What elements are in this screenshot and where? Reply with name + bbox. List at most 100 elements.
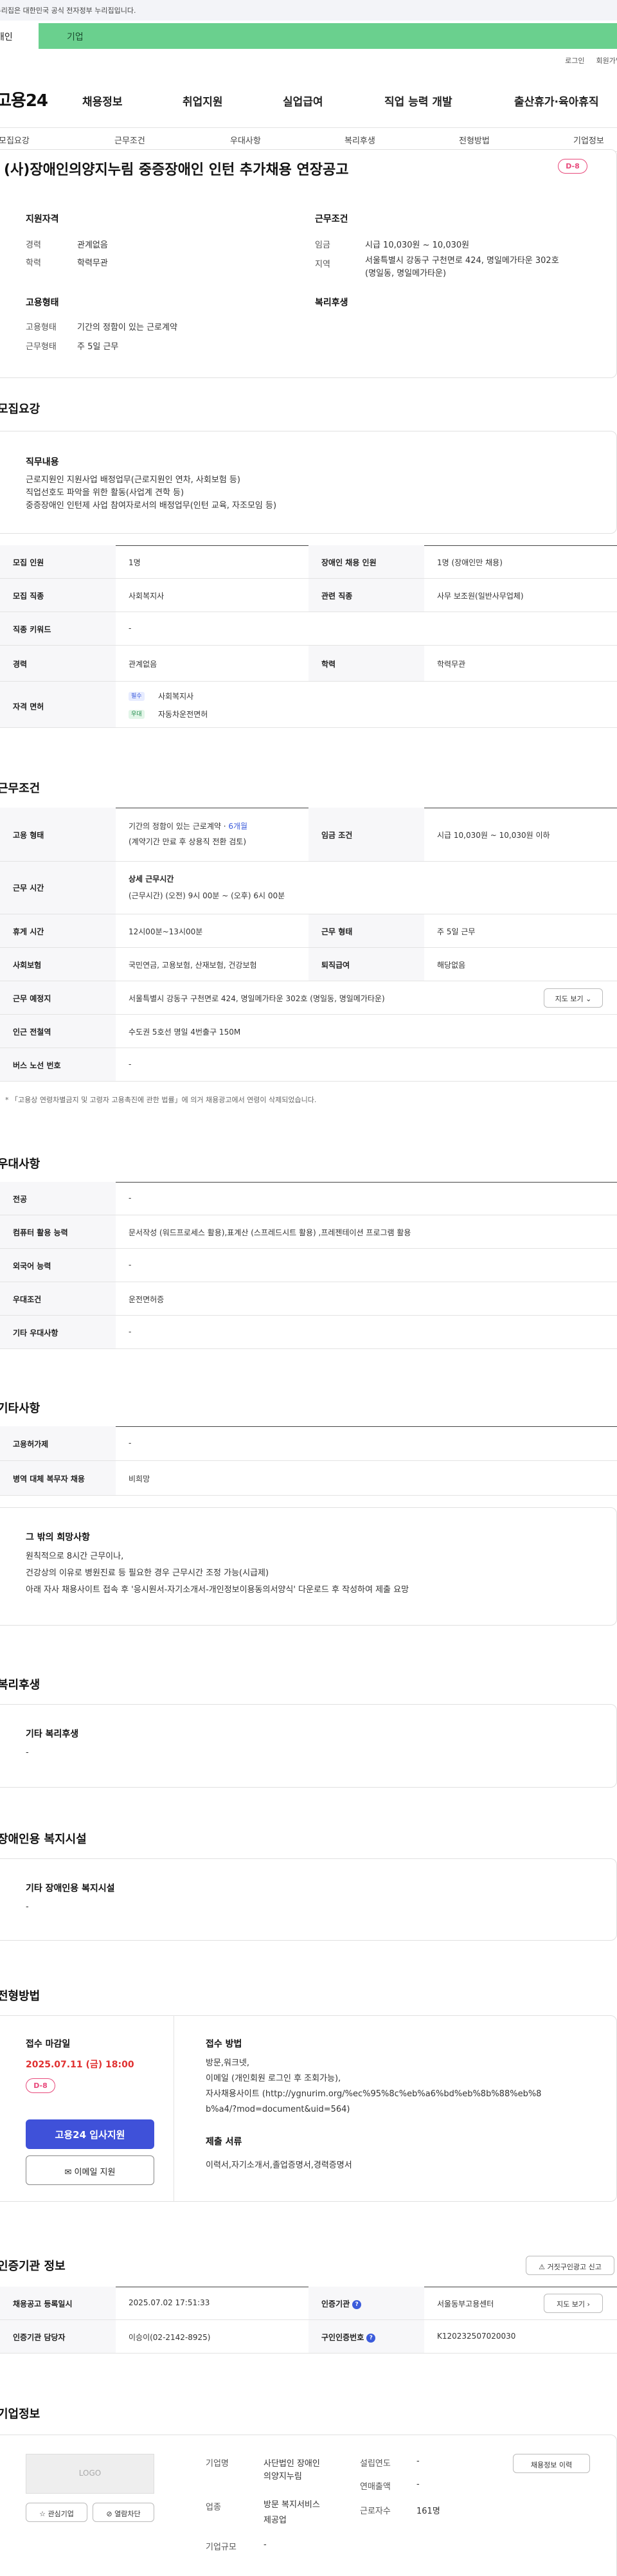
subway-value: 수도권 5호선 명일 4번출구 150M	[129, 1028, 241, 1037]
work-map-label: 지도 보기	[555, 995, 584, 1003]
cert-heading: 인증기관 정보	[0, 2260, 66, 2273]
tab-recruit[interactable]: 모집요강	[0, 134, 30, 146]
count-value: 1명	[129, 558, 141, 567]
docs-heading: 제출 서류	[206, 2137, 242, 2147]
hiring-history-button[interactable]: 채용정보 이력	[513, 2454, 590, 2473]
report-icon: ⚠	[539, 2263, 545, 2271]
gnb-item-parental-leave[interactable]: 출산휴가·육아휴직	[514, 93, 599, 109]
insurance-value: 국민연금, 고용보험, 산재보험, 건강보험	[129, 961, 257, 970]
disability-card	[0, 1858, 617, 1941]
gnb-item-job-training[interactable]: 직업 능력 개발	[384, 93, 452, 109]
block-company-button[interactable]: ⊘ 열람차단	[93, 2503, 154, 2522]
employment-heading: 고용형태	[26, 298, 59, 308]
employment-type-value: 기간의 정함이 있는 근로계약	[77, 323, 177, 332]
work-wage-value: 시급 10,030원 ~ 10,030원 이하	[437, 831, 550, 840]
license-preferred-badge: 우대	[129, 709, 145, 719]
manager-label: 인증기관 담당자	[13, 2333, 66, 2342]
pref-etc-value: -	[129, 1327, 132, 1336]
bus-label: 버스 노선 번호	[13, 1061, 61, 1070]
license-2: 자동차운전면허	[158, 710, 208, 719]
tab-preference[interactable]: 우대사항	[230, 134, 261, 146]
recruit-heading: 모집요강	[0, 403, 40, 416]
docs-value: 이력서,자기소개서,졸업증명서,경력증명서	[206, 2161, 352, 2170]
tab-work[interactable]: 근무조건	[114, 134, 145, 146]
recruit-edu-label: 학력	[321, 660, 336, 669]
job-value: 사회복지사	[129, 592, 165, 601]
disabled-count-label: 장애인 채용 인원	[321, 558, 377, 567]
founded-label: 설립연도	[360, 2459, 391, 2469]
area-value-line2: (명일동, 명일메가타운)	[365, 269, 447, 278]
language-value: -	[129, 1260, 132, 1269]
job-title: (사)장애인의양지누림 중증장애인 인턴 추가채용 연장공고	[4, 162, 349, 178]
report-button[interactable]: ⚠ 거짓구인광고 신고	[526, 2256, 614, 2275]
count-label: 모집 인원	[13, 558, 44, 567]
rest-label: 휴게 시간	[13, 927, 44, 936]
sales-label: 연매출액	[360, 2482, 391, 2492]
tab-screening[interactable]: 전형방법	[459, 134, 490, 146]
company-name-label: 기업명	[206, 2459, 229, 2469]
gnb-item-jobs[interactable]: 채용정보	[82, 93, 123, 109]
bus-value: -	[129, 1060, 132, 1069]
help-icon[interactable]: ?	[366, 2333, 376, 2343]
area-label: 지역	[315, 260, 330, 269]
deadline-value: 2025.07.11 (금) 18:00	[26, 2060, 134, 2070]
cert-map-button[interactable]: 지도 보기 ›	[544, 2294, 603, 2313]
login-link[interactable]: 로그인	[565, 57, 584, 65]
disabled-count-value: 1명 (장애인만 채용)	[437, 558, 503, 567]
gnb-item-unemployment-benefit[interactable]: 실업급여	[283, 93, 323, 109]
language-label: 외국어 능력	[13, 1262, 51, 1271]
company-size-label: 기업규모	[206, 2543, 237, 2552]
industry-label: 업종	[206, 2503, 221, 2512]
form-label: 근무 형태	[321, 927, 353, 936]
chevron-down-icon: ⌄	[586, 995, 592, 1003]
signup-link[interactable]: 회원가입	[596, 57, 617, 65]
screening-heading: 전형방법	[0, 1990, 40, 2003]
welfare-section-heading: 복리후생	[0, 1678, 40, 1692]
site-logo[interactable]: 고용24	[0, 87, 48, 111]
dday-badge: D-8	[558, 159, 587, 174]
emp-value-note: (계약기간 만료 후 상용직 전환 검토)	[129, 837, 246, 846]
tab-personal[interactable]: 개인	[0, 23, 39, 49]
tab-company[interactable]: 기업정보	[573, 134, 604, 146]
gov-banner-text: 이 누리집은 대한민국 공식 전자정부 누리집입니다.	[0, 6, 136, 15]
registered-value: 2025.07.02 17:51:33	[129, 2298, 210, 2307]
computer-value: 문서작성 (워드프로세스 활용),표계산 (스프레드시트 활용) ,프레젠테이션…	[129, 1228, 411, 1237]
tab-company[interactable]: 기업	[67, 23, 84, 43]
favorite-label: 관심기업	[48, 2510, 74, 2518]
rest-value: 12시00분~13시00분	[129, 927, 203, 936]
report-label: 거짓구인광고 신고	[547, 2263, 602, 2271]
area-value-line1: 서울특별시 강동구 구천면로 424, 명일메가타운 302호	[365, 256, 559, 266]
license-1: 사회복지사	[158, 692, 194, 701]
recruit-career-value: 관계없음	[129, 660, 157, 669]
apply-button[interactable]: 고용24 입사지원	[26, 2119, 154, 2149]
retirement-label: 퇴직급여	[321, 961, 350, 970]
wish-line-1: 원칙적으로 8시간 근무이나,	[26, 1552, 124, 1561]
cert-org-label: 인증기관?	[321, 2298, 362, 2309]
emp-label: 고용 형태	[13, 831, 44, 840]
education-value: 학력무관	[77, 259, 108, 268]
cert-no-label-text: 구인인증번호	[321, 2333, 364, 2342]
industry-line2: 제공업	[264, 2516, 287, 2525]
emp-months: 6개월	[228, 822, 248, 831]
tab-welfare[interactable]: 복리후생	[344, 134, 375, 146]
pref-condition-value: 운전면허증	[129, 1295, 165, 1304]
disability-etc-value: -	[26, 1902, 29, 1912]
wish-line-3: 아래 자사 채용사이트 접속 후 '응시원서-자기소개서-개인정보이용동의서양식…	[26, 1585, 409, 1595]
work-map-button[interactable]: 지도 보기 ⌄	[544, 988, 603, 1008]
wish-line-2: 건강상의 이유로 병원진료 등 필요한 경우 근무시간 조정 가능(시급제)	[26, 1568, 269, 1578]
military-label: 병역 대체 복무자 채용	[13, 1474, 85, 1483]
keyword-label: 직종 키워드	[13, 625, 51, 634]
favorite-company-button[interactable]: ☆ 관심기업	[26, 2503, 87, 2522]
military-value: 비희망	[129, 1474, 150, 1483]
sales-value: -	[416, 2480, 420, 2489]
help-icon[interactable]: ?	[352, 2299, 362, 2309]
welfare-heading: 복리후생	[315, 298, 348, 308]
computer-label: 컴퓨터 활용 능력	[13, 1228, 68, 1237]
top-links: 로그인 회원가입	[553, 55, 617, 66]
preference-heading: 우대사항	[0, 1157, 40, 1171]
email-apply-button[interactable]: ✉ 이메일 지원	[26, 2155, 154, 2185]
tab-personal-label: 개인	[0, 32, 13, 42]
location-value: 서울특별시 강동구 구천면로 424, 명일메가타운 302호 (명일동, 명일…	[129, 994, 385, 1003]
gnb-item-employment-support[interactable]: 취업지원	[183, 93, 223, 109]
welfare-etc-value: -	[26, 1748, 29, 1757]
